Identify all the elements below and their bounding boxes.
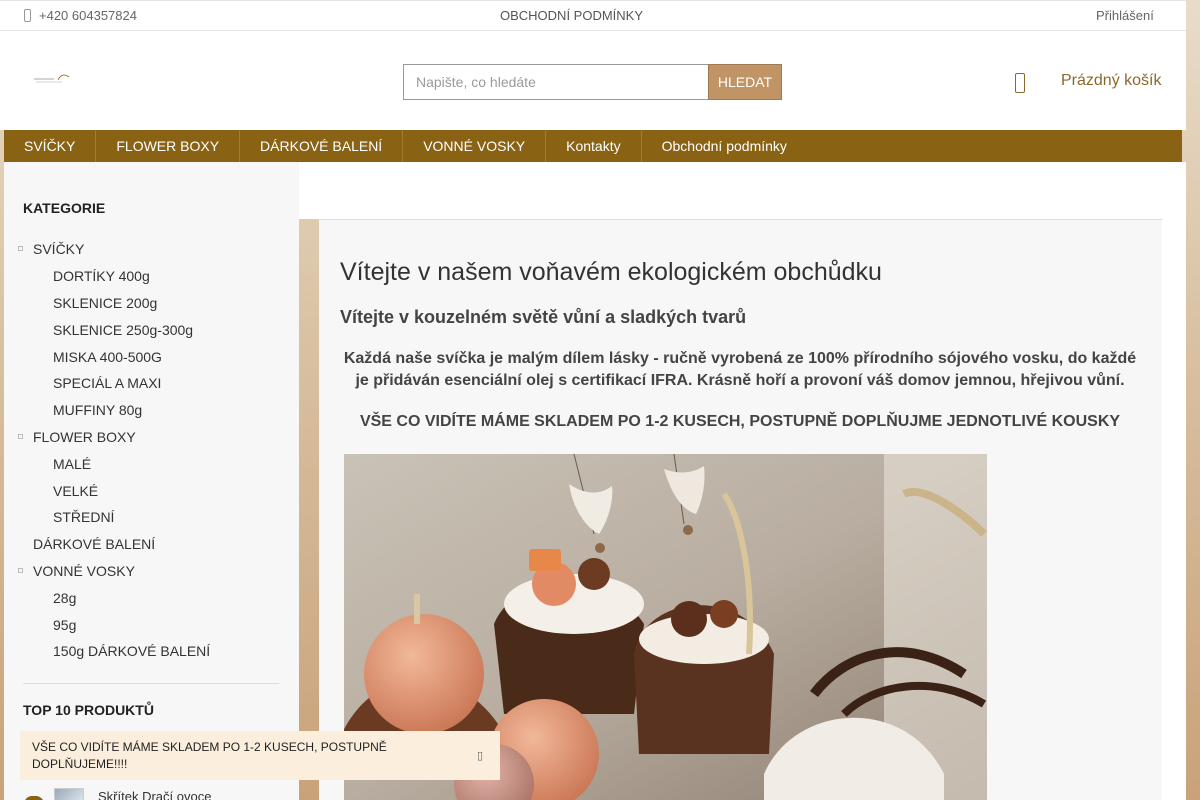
category-item[interactable]: STŘEDNÍ <box>4 504 299 531</box>
category-label: FLOWER BOXY <box>33 428 136 445</box>
close-icon: ▯ <box>476 749 484 762</box>
category-label: SVÍČKY <box>33 241 85 258</box>
category-label: SKLENICE 200g <box>53 294 158 311</box>
nav-item-darkove-baleni[interactable]: DÁRKOVÉ BALENÍ <box>240 130 404 162</box>
category-item[interactable]: 28g <box>4 584 299 611</box>
search-input[interactable] <box>403 64 709 100</box>
cart-label[interactable]: Prázdný košík <box>1061 72 1161 90</box>
main-top-spacer <box>299 162 1186 219</box>
category-list: SVÍČKY DORTÍKY 400g SKLENICE 200g SKLENI… <box>4 236 299 665</box>
terms-link[interactable]: OBCHODNÍ PODMÍNKY <box>500 8 643 23</box>
page-edge <box>1162 162 1186 800</box>
top-product-item[interactable]: Skřítek Dračí ovoce <box>54 788 211 800</box>
page: +420 604357824 OBCHODNÍ PODMÍNKY Přihláš… <box>0 0 1200 800</box>
top-products-heading: TOP 10 PRODUKTŮ <box>23 702 154 718</box>
category-item[interactable]: MALÉ <box>4 450 299 477</box>
product-thumbnail <box>54 788 84 800</box>
nav-item-vonne-vosky[interactable]: VONNÉ VOSKY <box>403 130 547 162</box>
stock-note: VŠE CO VIDÍTE MÁME SKLADEM PO 1-2 KUSECH… <box>359 413 1121 430</box>
category-item[interactable]: 95g <box>4 611 299 638</box>
category-item[interactable]: SPECIÁL A MAXI <box>4 370 299 397</box>
category-label: VELKÉ <box>53 482 99 499</box>
category-label: MALÉ <box>53 455 92 472</box>
bullet-icon <box>18 433 23 439</box>
sidebar: KATEGORIE SVÍČKY DORTÍKY 400g SKLENICE 2… <box>4 162 299 800</box>
category-item[interactable]: MISKA 400-500G <box>4 343 299 370</box>
bullet-icon <box>18 567 23 573</box>
cart-icon[interactable] <box>1015 73 1025 93</box>
search-button[interactable]: HLEDAT <box>708 64 782 100</box>
category-label: MUFFINY 80g <box>53 402 143 419</box>
product-name[interactable]: Skřítek Dračí ovoce <box>98 789 211 800</box>
page-title: Vítejte v našem voňavém ekologickém obch… <box>340 258 882 286</box>
category-item[interactable]: MUFFINY 80g <box>4 397 299 424</box>
phone-contact[interactable]: +420 604357824 <box>24 8 137 23</box>
categories-heading: KATEGORIE <box>23 200 106 216</box>
header: HLEDAT Prázdný košík <box>0 31 1186 130</box>
nav-item-flower-boxy[interactable]: FLOWER BOXY <box>96 130 241 162</box>
page-subtitle: Vítejte v kouzelném světě vůní a sladkýc… <box>340 307 747 327</box>
phone-number[interactable]: +420 604357824 <box>39 8 137 23</box>
login-link[interactable]: Přihlášení <box>1096 8 1154 23</box>
category-label: 150g DÁRKOVÉ BALENÍ <box>53 643 211 660</box>
category-item[interactable]: VONNÉ VOSKY <box>4 558 299 585</box>
phone-icon <box>24 9 31 22</box>
category-label: VONNÉ VOSKY <box>33 562 135 579</box>
category-item[interactable]: SKLENICE 200g <box>4 290 299 317</box>
category-label: DÁRKOVÉ BALENÍ <box>33 536 156 553</box>
category-item[interactable]: SVÍČKY <box>4 236 299 263</box>
nav-item-kontakty[interactable]: Kontakty <box>546 130 642 162</box>
category-label: SKLENICE 250g-300g <box>53 321 194 338</box>
top-bar: +420 604357824 OBCHODNÍ PODMÍNKY Přihláš… <box>0 0 1186 31</box>
category-item[interactable]: VELKÉ <box>4 477 299 504</box>
category-label: MISKA 400-500G <box>53 348 162 365</box>
rank-badge <box>24 796 44 800</box>
intro-text: Každá naše svíčka je malým dílem lásky -… <box>343 350 1137 389</box>
category-item[interactable]: 150g DÁRKOVÉ BALENÍ <box>4 638 299 665</box>
category-label: 95g <box>53 616 77 633</box>
category-item[interactable]: DORTÍKY 400g <box>4 263 299 290</box>
category-label: SPECIÁL A MAXI <box>53 375 162 392</box>
logo[interactable] <box>32 71 72 85</box>
category-label: 28g <box>53 589 77 606</box>
bullet-icon <box>18 246 23 251</box>
close-button[interactable]: ▯ <box>470 745 490 765</box>
sidebar-divider <box>23 683 279 684</box>
category-label: STŘEDNÍ <box>53 509 115 526</box>
nav-item-svicky[interactable]: SVÍČKY <box>4 130 97 162</box>
category-item[interactable]: SKLENICE 250g-300g <box>4 316 299 343</box>
main-nav: SVÍČKY FLOWER BOXY DÁRKOVÉ BALENÍ VONNÉ … <box>4 130 1182 162</box>
category-item[interactable]: FLOWER BOXY <box>4 424 299 451</box>
notice-text: VŠE CO VIDÍTE MÁME SKLADEM PO 1-2 KUSECH… <box>32 740 387 771</box>
category-item[interactable]: DÁRKOVÉ BALENÍ <box>4 531 299 558</box>
main-content: Vítejte v našem voňavém ekologickém obch… <box>319 220 1162 800</box>
nav-item-obchodni-podminky[interactable]: Obchodní podmínky <box>642 130 807 162</box>
stock-notice-bar: VŠE CO VIDÍTE MÁME SKLADEM PO 1-2 KUSECH… <box>20 731 500 780</box>
category-label: DORTÍKY 400g <box>53 268 150 285</box>
